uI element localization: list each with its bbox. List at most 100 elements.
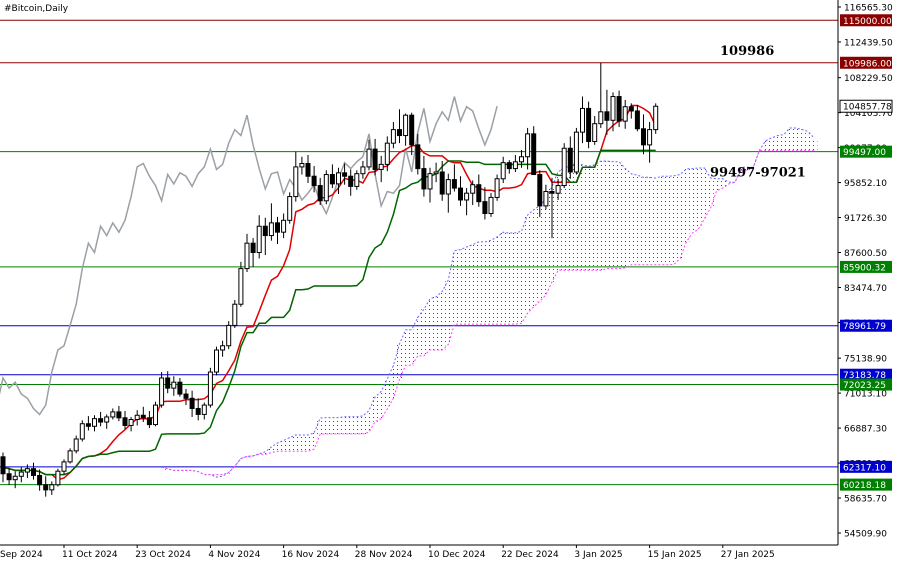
candle-body — [305, 163, 311, 177]
cloud-segment — [530, 209, 537, 307]
chart-window[interactable]: 116565.30112439.50108229.50104103.709997… — [0, 0, 900, 563]
candle-body — [397, 129, 402, 137]
candle — [573, 127, 579, 175]
candle-body — [177, 381, 183, 395]
candle-body — [549, 190, 555, 194]
time-tick-label: 10 Dec 2024 — [428, 550, 486, 560]
cloud-segment — [463, 247, 470, 325]
price-tick-label: 116565.30 — [844, 4, 893, 14]
time-tick-label: 3 Jan 2025 — [574, 550, 622, 560]
cloud-segment — [695, 167, 702, 230]
candle-body — [384, 142, 390, 165]
candle-body — [628, 106, 634, 112]
candle-body — [195, 407, 201, 415]
candle-body — [153, 404, 158, 426]
cloud-segment — [420, 309, 427, 356]
cloud-segment — [610, 161, 617, 269]
price-tick-label: 87600.50 — [844, 249, 887, 259]
price-tick-label: 75138.90 — [844, 355, 887, 365]
time-tick-label: 27 Jan 2025 — [721, 550, 775, 560]
cloud-segment — [671, 175, 678, 265]
candle-body — [567, 147, 573, 173]
cloud-segment — [689, 168, 696, 234]
candle-body — [494, 178, 500, 198]
level-tag-label: 109986.00 — [843, 59, 892, 69]
time-tick-label: 22 Dec 2024 — [501, 550, 559, 560]
cloud-segment — [811, 138, 818, 151]
candle-body — [287, 196, 293, 221]
cloud-segment — [323, 417, 330, 434]
candle-body — [104, 416, 110, 423]
candle-body — [201, 404, 207, 415]
candle-body — [525, 133, 531, 158]
candle-body — [555, 185, 561, 194]
cloud-segment — [585, 166, 592, 271]
plot-area[interactable] — [0, 0, 838, 545]
candle-body — [573, 131, 579, 173]
candle-body — [506, 162, 512, 170]
candle-body — [214, 349, 219, 373]
candle-body — [622, 106, 628, 122]
cloud-segment — [591, 164, 598, 271]
price-tick-label: 95852.10 — [844, 179, 887, 189]
candle-body — [531, 133, 537, 176]
cloud-segment — [298, 434, 305, 452]
candle-body — [488, 196, 494, 215]
candle-body — [299, 163, 305, 168]
candle-body — [378, 163, 384, 170]
candle-body — [55, 470, 61, 486]
cloud-segment — [286, 437, 293, 452]
candle-body — [238, 268, 244, 305]
candle — [226, 321, 232, 350]
cloud-segment — [274, 443, 281, 452]
candle-body — [171, 381, 177, 389]
level-tag-label: 60218.18 — [843, 481, 886, 491]
cloud-segment — [439, 291, 446, 350]
candle-body — [67, 450, 73, 463]
time-tick-label: 11 Oct 2024 — [62, 550, 118, 560]
candle-body — [641, 128, 646, 146]
candle-body — [24, 468, 30, 473]
cloud-segment — [359, 415, 366, 434]
candle-body — [537, 174, 543, 207]
candle-body — [427, 173, 433, 190]
cloud-segment — [774, 135, 781, 151]
candle-body — [647, 129, 653, 146]
candle-body — [354, 173, 360, 187]
cloud-segment — [573, 163, 580, 271]
level-tag-label: 78961.79 — [843, 322, 886, 332]
cloud-segment — [542, 199, 549, 295]
price-tick-label: 91726.30 — [844, 214, 887, 224]
time-tick-label: 16 Nov 2024 — [282, 550, 340, 560]
price-chart[interactable]: 116565.30112439.50108229.50104103.709997… — [0, 0, 900, 563]
cloud-segment — [433, 296, 440, 350]
candle-body — [586, 107, 592, 142]
level-tag-label: 85900.32 — [843, 263, 886, 273]
cloud-segment — [707, 177, 714, 209]
cloud-segment — [768, 137, 775, 151]
candle-body — [543, 190, 549, 207]
cloud-segment — [414, 317, 421, 356]
cloud-segment — [793, 127, 800, 151]
cloud-segment — [524, 215, 531, 314]
candle-body — [43, 484, 49, 491]
candle-body — [244, 242, 250, 270]
candle-body — [207, 371, 213, 406]
candle-body — [140, 414, 146, 419]
candle-body — [146, 417, 152, 426]
cloud-segment — [329, 417, 336, 434]
cloud-segment — [427, 298, 434, 350]
cloud-segment — [518, 231, 525, 324]
candle — [531, 126, 537, 176]
candle-body — [31, 468, 36, 476]
cloud-segment — [683, 169, 690, 243]
cloud-segment — [305, 434, 312, 452]
candle-body — [610, 96, 616, 121]
cloud-segment — [494, 236, 501, 325]
candle-body — [6, 473, 12, 481]
candle — [323, 170, 329, 205]
candle-body — [189, 397, 195, 409]
candle-body — [256, 225, 262, 254]
candle-body — [500, 162, 506, 180]
candle-body — [311, 175, 317, 187]
